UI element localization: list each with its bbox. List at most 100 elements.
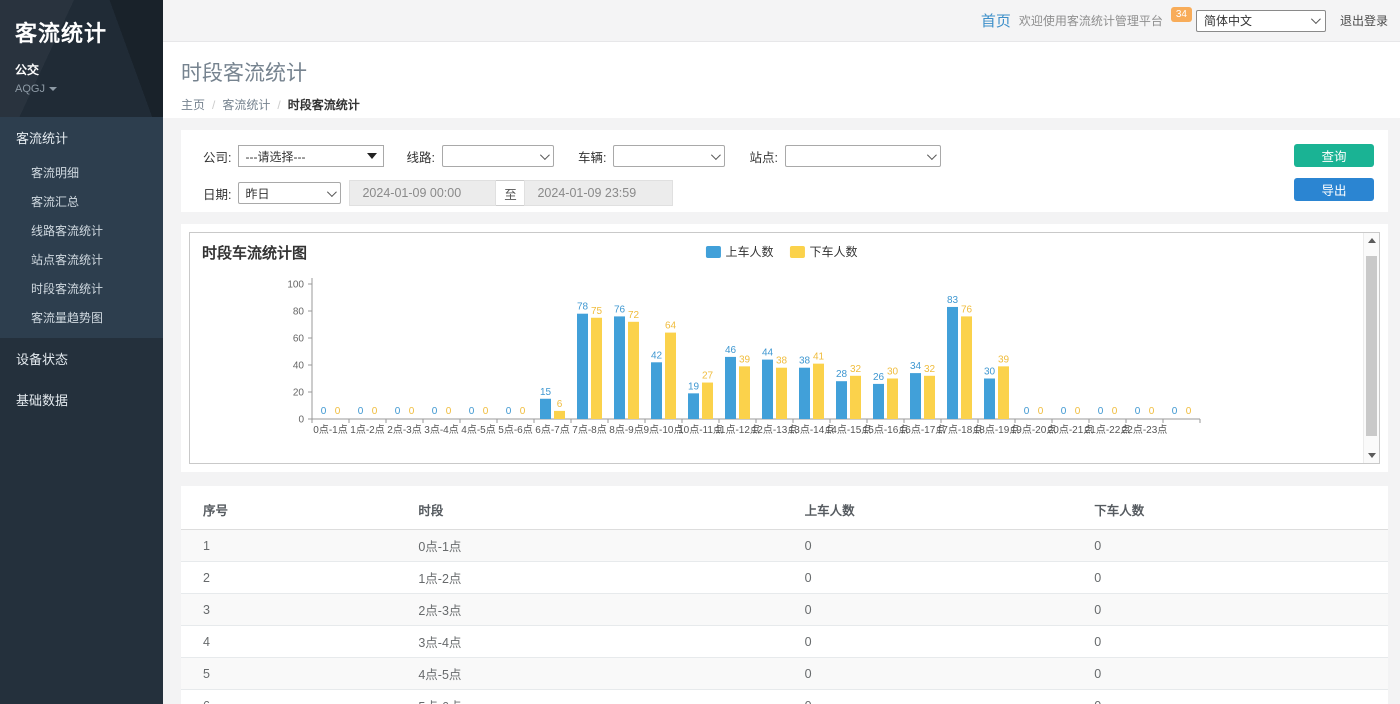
sidebar-subitem-0-4[interactable]: 时段客流统计 (0, 274, 163, 303)
legend-swatch-icon (705, 246, 720, 258)
svg-text:0: 0 (432, 406, 438, 417)
svg-text:0: 0 (372, 406, 378, 417)
table-cell-0-0: 1 (181, 530, 410, 562)
svg-text:46: 46 (725, 345, 737, 356)
chevron-down-icon (711, 150, 721, 160)
export-button[interactable]: 导出 (1294, 178, 1374, 201)
svg-text:38: 38 (776, 356, 788, 367)
sidebar-subitem-0-2[interactable]: 线路客流统计 (0, 216, 163, 245)
svg-text:0: 0 (1038, 406, 1044, 417)
sidebar-subitem-0-1[interactable]: 客流汇总 (0, 187, 163, 216)
table-cell-5-3: 0 (1086, 690, 1388, 704)
sidebar-nav: 客流统计客流明细客流汇总线路客流统计站点客流统计时段客流统计客流量趋势图设备状态… (0, 117, 163, 420)
svg-text:0: 0 (506, 406, 512, 417)
table-cell-2-2: 0 (797, 594, 1087, 626)
scrollbar-down-arrow[interactable] (1364, 448, 1380, 463)
query-button[interactable]: 查询 (1294, 144, 1374, 167)
svg-text:0: 0 (469, 406, 475, 417)
table-header-2: 上车人数 (797, 490, 1087, 530)
user-menu[interactable]: AQGJ (15, 83, 148, 95)
legend-label: 上车人数 (725, 243, 773, 260)
sidebar-group-1: 设备状态 (0, 338, 163, 379)
svg-text:80: 80 (293, 307, 305, 318)
notification-badge: 34 (1171, 7, 1192, 22)
svg-text:0: 0 (335, 406, 341, 417)
svg-text:5点-6点: 5点-6点 (498, 424, 532, 436)
vehicle-select[interactable] (613, 145, 725, 167)
svg-text:19: 19 (688, 381, 700, 392)
chevron-down-icon (540, 150, 550, 160)
sidebar-item-2[interactable]: 基础数据 (0, 379, 163, 420)
svg-text:0: 0 (1172, 406, 1178, 417)
chart-title: 时段车流统计图 (202, 242, 307, 263)
table-cell-0-1: 0点-1点 (410, 530, 796, 562)
svg-text:0: 0 (395, 406, 401, 417)
svg-text:75: 75 (591, 306, 603, 317)
table-cell-4-0: 5 (181, 658, 410, 690)
legend-item-0[interactable]: 上车人数 (705, 243, 773, 260)
data-table: 序号时段上车人数下车人数 10点-1点0021点-2点0032点-3点0043点… (181, 490, 1388, 704)
caret-down-icon (49, 87, 57, 91)
svg-text:30: 30 (984, 367, 996, 378)
sidebar-logo-area: 客流统计 公交 AQGJ (0, 0, 163, 117)
breadcrumb: 主页/客流统计/时段客流统计 (181, 96, 1400, 113)
svg-text:22点-23点: 22点-23点 (1122, 424, 1168, 436)
sidebar-item-0[interactable]: 客流统计 (0, 117, 163, 158)
station-select[interactable] (785, 145, 941, 167)
table-body: 10点-1点0021点-2点0032点-3点0043点-4点0054点-5点00… (181, 530, 1388, 704)
scrollbar-up-arrow[interactable] (1364, 233, 1380, 248)
svg-text:0: 0 (298, 415, 304, 426)
svg-text:60: 60 (293, 334, 305, 345)
table-cell-3-2: 0 (797, 626, 1087, 658)
chart-scrollbar[interactable] (1363, 233, 1379, 463)
table-cell-2-0: 3 (181, 594, 410, 626)
svg-text:0: 0 (358, 406, 364, 417)
svg-text:26: 26 (873, 372, 885, 383)
breadcrumb-item-0[interactable]: 主页 (181, 98, 205, 112)
svg-text:0: 0 (1149, 406, 1155, 417)
home-link[interactable]: 首页 (981, 10, 1011, 31)
svg-text:0: 0 (1061, 406, 1067, 417)
table-header-3: 下车人数 (1086, 490, 1388, 530)
legend-item-1[interactable]: 下车人数 (789, 243, 857, 260)
sidebar-subitem-0-5[interactable]: 客流量趋势图 (0, 303, 163, 332)
table-cell-0-2: 0 (797, 530, 1087, 562)
svg-text:78: 78 (577, 302, 589, 313)
breadcrumb-separator: / (212, 98, 215, 112)
language-select[interactable]: 简体中文 (1196, 10, 1326, 32)
svg-text:28: 28 (836, 369, 848, 380)
sidebar-subitem-0-0[interactable]: 客流明细 (0, 158, 163, 187)
svg-text:0点-1点: 0点-1点 (313, 424, 347, 436)
sidebar-subitem-0-3[interactable]: 站点客流统计 (0, 245, 163, 274)
line-label: 线路: (406, 147, 434, 166)
table-cell-2-3: 0 (1086, 594, 1388, 626)
company-select[interactable]: ---请选择--- (238, 145, 384, 167)
svg-text:2点-3点: 2点-3点 (387, 424, 421, 436)
svg-text:0: 0 (1024, 406, 1030, 417)
sidebar-item-1[interactable]: 设备状态 (0, 338, 163, 379)
svg-text:0: 0 (483, 406, 489, 417)
breadcrumb-item-1[interactable]: 客流统计 (222, 98, 270, 112)
date-end-input[interactable]: 2024-01-09 23:59 (524, 180, 673, 206)
table-cell-1-3: 0 (1086, 562, 1388, 594)
table-cell-1-1: 1点-2点 (410, 562, 796, 594)
table-cell-3-3: 0 (1086, 626, 1388, 658)
date-start-input[interactable]: 2024-01-09 00:00 (349, 180, 496, 206)
page-header: 时段客流统计 主页/客流统计/时段客流统计 (163, 42, 1400, 118)
breadcrumb-item-2: 时段客流统计 (288, 98, 360, 112)
station-label: 站点: (749, 147, 777, 166)
svg-text:6: 6 (557, 399, 563, 410)
main-area: 首页 欢迎使用客流统计管理平台 34 简体中文 退出登录 时段客流统计 主页/客… (163, 0, 1400, 704)
table-row-3: 43点-4点00 (181, 626, 1388, 658)
data-table-panel: 序号时段上车人数下车人数 10点-1点0021点-2点0032点-3点0043点… (181, 486, 1388, 704)
svg-text:32: 32 (924, 364, 936, 375)
logout-link[interactable]: 退出登录 (1340, 12, 1388, 29)
svg-text:34: 34 (910, 361, 922, 372)
date-preset-select[interactable]: 昨日 (238, 182, 341, 204)
chevron-down-icon (327, 187, 337, 197)
svg-text:20: 20 (293, 388, 305, 399)
chevron-down-icon (1311, 14, 1321, 24)
line-select[interactable] (442, 145, 554, 167)
svg-text:7点-8点: 7点-8点 (572, 424, 606, 436)
scrollbar-thumb[interactable] (1366, 256, 1377, 436)
